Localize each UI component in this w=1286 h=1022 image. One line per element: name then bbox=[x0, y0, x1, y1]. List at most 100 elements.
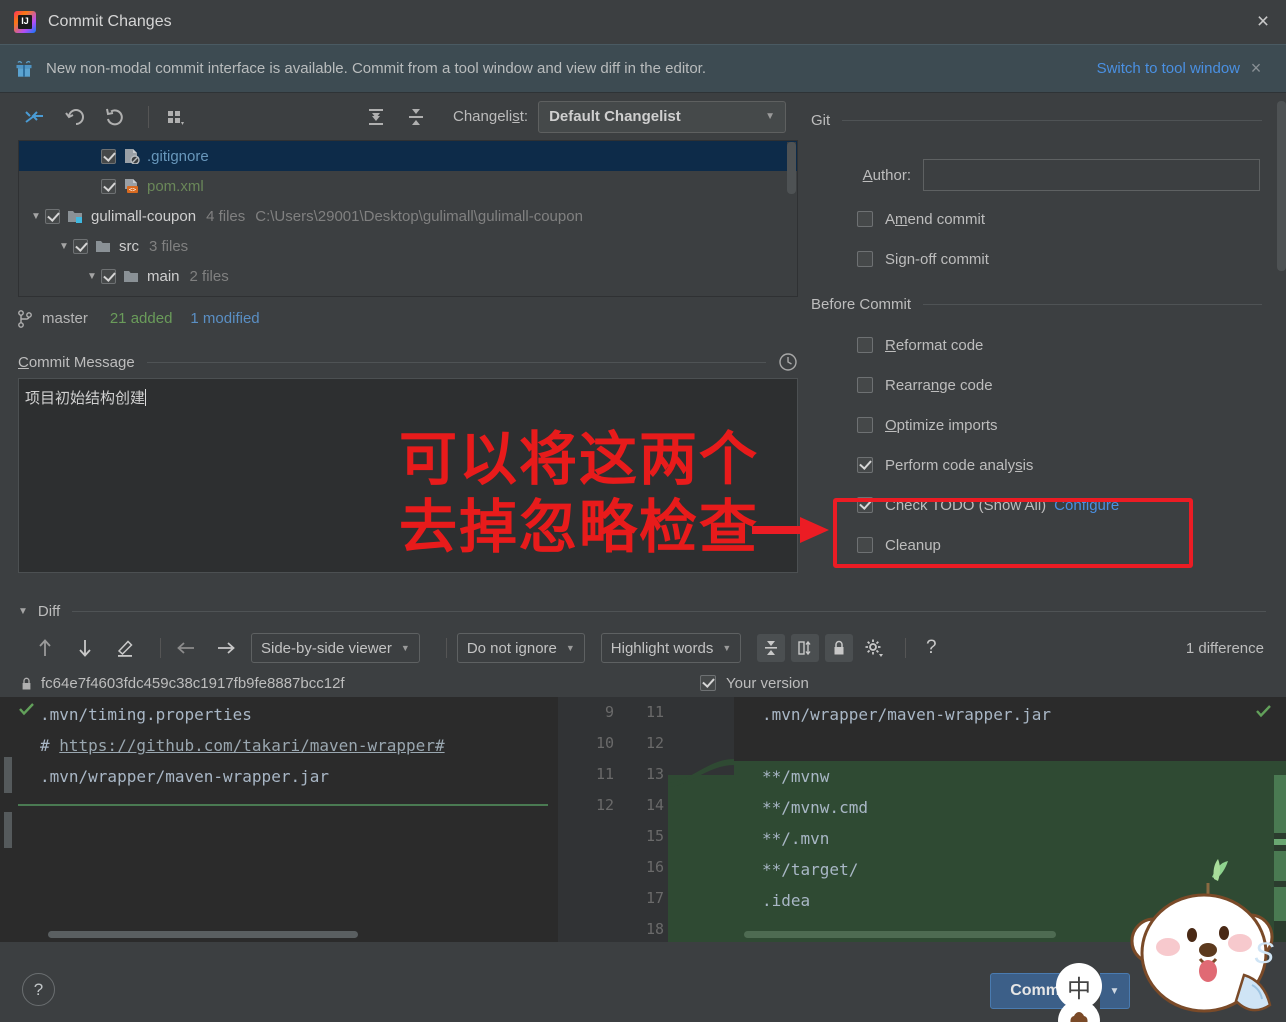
logo-text: IJ bbox=[21, 16, 29, 26]
sync-scroll-icon[interactable] bbox=[791, 634, 820, 662]
chevron-down-icon[interactable]: ▼ bbox=[18, 606, 28, 617]
checkbox-row-perform-code-analysis[interactable]: Perform code analysis bbox=[811, 445, 1286, 485]
arrow-right-icon[interactable] bbox=[211, 634, 241, 662]
tree-row[interactable]: ▼ gulimall-coupon 4 files C:\Users\29001\De… bbox=[19, 201, 797, 231]
collapse-lines-icon[interactable] bbox=[757, 634, 786, 662]
arrow-up-icon[interactable] bbox=[30, 634, 60, 662]
changelist-combobox[interactable]: Default Changelist ▼ bbox=[538, 100, 787, 133]
before-commit-title: Before Commit bbox=[811, 295, 912, 313]
ignore-mode-combobox[interactable]: Do not ignore ▼ bbox=[456, 633, 585, 663]
banner-close-icon[interactable]: × bbox=[1240, 58, 1272, 79]
help-button[interactable]: ? bbox=[22, 973, 55, 1006]
viewer-mode-combobox[interactable]: Side-by-side viewer ▼ bbox=[251, 633, 420, 663]
reformat-code-checkbox[interactable] bbox=[857, 337, 873, 353]
configure-link[interactable]: Configure bbox=[1054, 497, 1119, 514]
chevron-down-icon: ▼ bbox=[400, 643, 410, 653]
svg-text:<>: <> bbox=[129, 187, 137, 194]
line-number-left: 11 bbox=[595, 765, 614, 783]
chevron-down-icon: ▼ bbox=[565, 643, 575, 653]
group-by-icon[interactable] bbox=[159, 102, 193, 132]
expand-all-icon[interactable] bbox=[359, 102, 393, 132]
arrow-left-icon[interactable] bbox=[171, 634, 201, 662]
help-icon[interactable]: ? bbox=[916, 634, 946, 662]
expand-arrow-icon[interactable]: ▼ bbox=[83, 271, 101, 282]
checkbox-row-amend-commit[interactable]: Amend commit bbox=[811, 199, 1286, 239]
gear-icon[interactable] bbox=[859, 634, 889, 662]
diff-line-right: **/.mvn bbox=[734, 823, 1286, 854]
sign-off-commit-label: Sign-off commit bbox=[885, 250, 989, 268]
tree-row-checkbox[interactable] bbox=[73, 238, 88, 254]
pencil-icon[interactable] bbox=[110, 634, 140, 662]
diff-line-right: .mvn/wrapper/maven-wrapper.jar bbox=[762, 705, 1051, 724]
tree-row-checkbox[interactable] bbox=[101, 178, 116, 194]
checkbox-row-sign-off-commit[interactable]: Sign-off commit bbox=[811, 239, 1286, 279]
rearrange-code-label: Rearrange code bbox=[885, 376, 993, 394]
tree-scrollbar[interactable] bbox=[787, 142, 796, 296]
left-hscrollbar[interactable] bbox=[48, 931, 358, 938]
checkbox-row-rearrange-code[interactable]: Rearrange code bbox=[811, 365, 1286, 405]
chevron-down-icon: ▼ bbox=[765, 111, 776, 122]
red-arrow-icon bbox=[752, 512, 830, 553]
tree-row[interactable]: ▼ main 2 files bbox=[19, 261, 797, 291]
sign-off-commit-checkbox[interactable] bbox=[857, 251, 873, 267]
repo-status-line: master 21 added 1 modified bbox=[18, 303, 260, 333]
your-version-label: Your version bbox=[726, 674, 809, 692]
arrow-down-icon[interactable] bbox=[70, 634, 100, 662]
author-row: Author: bbox=[811, 159, 1286, 191]
author-input[interactable] bbox=[923, 159, 1260, 191]
amend-commit-checkbox[interactable] bbox=[857, 211, 873, 227]
highlight-mode-combobox[interactable]: Highlight words ▼ bbox=[600, 633, 742, 663]
options-scrollbar[interactable] bbox=[1277, 101, 1286, 571]
line-number-right: 16 bbox=[645, 858, 664, 876]
check-todo-checkbox[interactable] bbox=[857, 497, 873, 513]
switch-to-tool-window-link[interactable]: Switch to tool window bbox=[1097, 60, 1240, 77]
checkbox-row-optimize-imports[interactable]: Optimize imports bbox=[811, 405, 1286, 445]
diff-pane-left[interactable]: .mvn/timing.properties # https://github.c… bbox=[0, 697, 558, 942]
author-label: Author: bbox=[862, 166, 911, 184]
window-title: Commit Changes bbox=[48, 13, 172, 30]
added-count: 21 added bbox=[109, 309, 173, 327]
revert-icon[interactable] bbox=[58, 102, 92, 132]
perform-code-analysis-checkbox[interactable] bbox=[857, 457, 873, 473]
git-section-rule bbox=[842, 119, 1262, 121]
tree-row-label: pom.xml bbox=[147, 177, 204, 195]
collapse-all-icon[interactable] bbox=[399, 102, 433, 132]
right-hscrollbar[interactable] bbox=[744, 931, 1056, 938]
toolbar-divider bbox=[905, 638, 907, 658]
left-insert-line bbox=[18, 804, 548, 806]
tree-row[interactable]: ▼.gitignore bbox=[19, 141, 797, 171]
expand-arrow-icon[interactable]: ▼ bbox=[55, 241, 73, 252]
commit-message-input[interactable]: 项目初始结构创建 bbox=[18, 378, 798, 573]
diff-line-right: **/mvnw bbox=[734, 761, 1286, 792]
header-rule bbox=[146, 361, 766, 363]
options-scrollbar-thumb[interactable] bbox=[1277, 101, 1286, 271]
show-diff-icon[interactable] bbox=[18, 102, 52, 132]
tree-row-checkbox[interactable] bbox=[45, 208, 60, 224]
diff-section-header[interactable]: ▼ Diff bbox=[0, 595, 1286, 627]
tree-row-checkbox[interactable] bbox=[101, 268, 116, 284]
tree-row-label: .gitignore bbox=[147, 147, 209, 165]
refresh-icon[interactable] bbox=[98, 102, 132, 132]
lock-icon[interactable] bbox=[825, 634, 854, 662]
close-icon[interactable]: × bbox=[1240, 0, 1286, 44]
before-commit-section-header: Before Commit bbox=[811, 291, 1286, 317]
checkbox-row-cleanup[interactable]: Cleanup bbox=[811, 525, 1286, 565]
module-folder-icon bbox=[67, 208, 84, 224]
expand-arrow-icon[interactable]: ▼ bbox=[27, 211, 45, 222]
tree-row[interactable]: ▼<>pom.xml bbox=[19, 171, 797, 201]
checkbox-row-reformat-code[interactable]: Reformat code bbox=[811, 325, 1286, 365]
optimize-imports-checkbox[interactable] bbox=[857, 417, 873, 433]
tree-row[interactable]: ▼ src 3 files bbox=[19, 231, 797, 261]
changes-tree[interactable]: ▼.gitignore▼<>pom.xml▼gulimall-coupon4 f… bbox=[18, 140, 798, 297]
gitignore-file-icon bbox=[123, 148, 140, 165]
left-column: Changelist: Default Changelist ▼ ▼.gitig… bbox=[0, 93, 805, 573]
your-version-checkbox[interactable] bbox=[700, 675, 716, 691]
line-number-right: 12 bbox=[645, 734, 664, 752]
checkbox-row-check-todo[interactable]: Check TODO (Show All) Configure bbox=[811, 485, 1286, 525]
cleanup-checkbox[interactable] bbox=[857, 537, 873, 553]
tree-scrollbar-thumb[interactable] bbox=[787, 142, 796, 194]
banner-message: New non-modal commit interface is availa… bbox=[46, 60, 707, 77]
clock-icon[interactable] bbox=[778, 352, 798, 372]
rearrange-code-checkbox[interactable] bbox=[857, 377, 873, 393]
tree-row-checkbox[interactable] bbox=[101, 148, 116, 164]
